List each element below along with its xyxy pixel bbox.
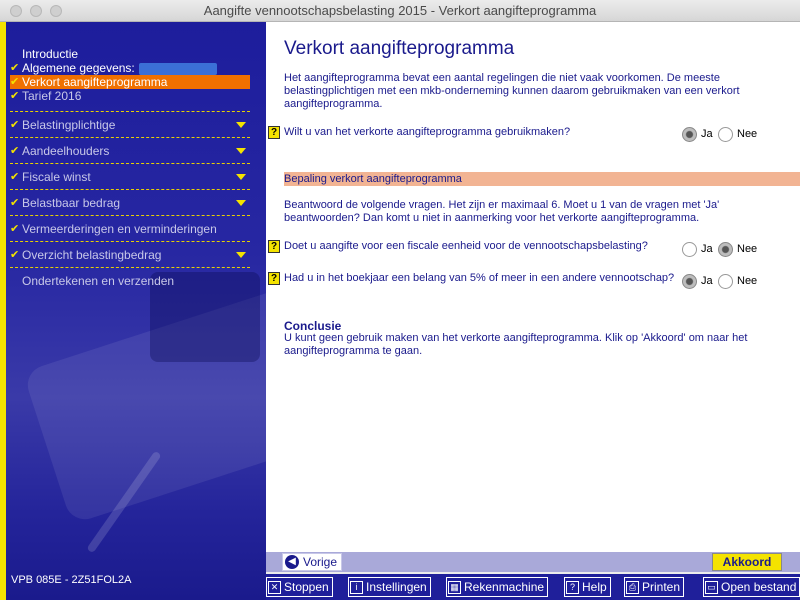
conclusion-title: Conclusie (284, 319, 342, 333)
intro-text: Het aangifteprogramma bevat een aantal r… (284, 72, 740, 110)
question-text: Wilt u van het verkorte aangifteprogramm… (284, 126, 571, 138)
radio-label: Ja (701, 243, 713, 255)
chevron-down-icon[interactable] (236, 148, 246, 154)
folder-icon: ▭ (705, 580, 718, 594)
main-panel: Verkort aangifteprogramma Het aangiftepr… (266, 22, 800, 552)
question-fiscale-eenheid: ? Doet u aangifte voor een fiscale eenhe… (268, 240, 798, 257)
page-title: Verkort aangifteprogramma (284, 38, 515, 59)
radio-label: Nee (737, 243, 758, 255)
settings-button[interactable]: i Instellingen (348, 577, 431, 597)
sidebar-section-label: Belastingplichtige (22, 118, 116, 132)
check-icon: ✔ (10, 62, 20, 74)
chevron-down-icon[interactable] (236, 200, 246, 206)
q3-nee-radio[interactable] (718, 274, 733, 289)
help-icon[interactable]: ? (268, 240, 280, 253)
stop-button[interactable]: ✕ Stoppen (266, 577, 333, 597)
sidebar-section-label: Fiscale winst (22, 170, 91, 184)
q3-ja-radio[interactable] (682, 274, 697, 289)
version-label: VPB 085E - 2Z51FOL2A (11, 574, 132, 586)
info-icon: i (350, 580, 363, 594)
calculator-button[interactable]: ▦ Rekenmachine (446, 577, 549, 597)
sidebar-section-vermeerderingen[interactable]: ✔ Vermeerderingen en verminderingen (10, 215, 250, 241)
sidebar-item-label: Tarief 2016 (22, 89, 82, 103)
sidebar-section-label: Vermeerderingen en verminderingen (22, 222, 217, 236)
sidebar-section-belastingplichtige[interactable]: ✔ Belastingplichtige (10, 111, 250, 137)
help-icon: ? (566, 580, 579, 594)
calculator-icon: ▦ (448, 580, 461, 594)
sidebar-item-label: Verkort aangifteprogramma (22, 75, 168, 89)
print-label: Printen (642, 580, 681, 594)
previous-label: Vorige (303, 555, 338, 569)
chevron-down-icon[interactable] (236, 122, 246, 128)
section-text: Beantwoord de volgende vragen. Het zijn … (284, 199, 720, 224)
print-button[interactable]: ⎙ Printen (624, 577, 685, 597)
help-button[interactable]: ? Help (564, 577, 611, 597)
sidebar-item-label: Algemene gegevens: (22, 61, 135, 75)
sidebar-nav: Introductie ✔ Algemene gegevens: ✔ Verko… (10, 47, 250, 293)
sidebar-section-label: Aandeelhouders (22, 144, 110, 158)
sidebar-section-overzicht-belastingbedrag[interactable]: ✔ Overzicht belastingbedrag (10, 241, 250, 267)
radio-label: Nee (737, 275, 758, 287)
check-icon: ✔ (10, 119, 20, 131)
question-belang-5-procent: ? Had u in het boekjaar een belang van 5… (268, 272, 798, 289)
printer-icon: ⎙ (626, 580, 639, 594)
settings-label: Instellingen (366, 580, 427, 594)
q2-nee-radio[interactable] (718, 242, 733, 257)
sidebar-section-aandeelhouders[interactable]: ✔ Aandeelhouders (10, 137, 250, 163)
sidebar-item-tarief-2016[interactable]: ✔ Tarief 2016 (10, 89, 250, 103)
q2-ja-radio[interactable] (682, 242, 697, 257)
check-icon: ✔ (10, 145, 20, 157)
help-icon[interactable]: ? (268, 272, 280, 285)
stop-label: Stoppen (284, 580, 329, 594)
close-window-button[interactable] (10, 5, 22, 17)
akkoord-button[interactable]: Akkoord (712, 553, 782, 571)
title-bar: Aangifte vennootschapsbelasting 2015 - V… (0, 0, 800, 22)
sidebar-section-fiscale-winst[interactable]: ✔ Fiscale winst (10, 163, 250, 189)
radio-label: Ja (701, 275, 713, 287)
arrow-left-icon: ◀ (285, 555, 299, 569)
check-icon: ✔ (10, 90, 20, 102)
help-label: Help (582, 580, 607, 594)
check-icon: ✔ (10, 171, 20, 183)
sidebar-section-label: Overzicht belastingbedrag (22, 248, 162, 262)
window-title: Aangifte vennootschapsbelasting 2015 - V… (203, 3, 597, 18)
sidebar-section-belastbaar-bedrag[interactable]: ✔ Belastbaar bedrag (10, 189, 250, 215)
sidebar: Introductie ✔ Algemene gegevens: ✔ Verko… (0, 22, 266, 600)
q1-nee-radio[interactable] (718, 127, 733, 142)
sidebar-item-algemene-gegevens[interactable]: ✔ Algemene gegevens: (10, 61, 250, 75)
chevron-down-icon[interactable] (236, 174, 246, 180)
navigation-bar: ◀ Vorige Akkoord (266, 552, 800, 572)
zoom-window-button[interactable] (50, 5, 62, 17)
check-icon: ✔ (10, 249, 20, 261)
q1-ja-radio[interactable] (682, 127, 697, 142)
sidebar-item-verkort-aangifteprogramma[interactable]: ✔ Verkort aangifteprogramma (10, 75, 250, 89)
question-text: Doet u aangifte voor een fiscale eenheid… (284, 240, 648, 252)
window-controls (10, 5, 62, 17)
redacted-field (138, 62, 217, 75)
open-file-label: Open bestand (721, 580, 797, 594)
bottom-toolbar: ✕ Stoppen i Instellingen ▦ Rekenmachine … (266, 574, 800, 600)
sidebar-section-ondertekenen[interactable]: Ondertekenen en verzenden (10, 267, 250, 293)
close-icon: ✕ (268, 580, 281, 594)
radio-label: Ja (701, 128, 713, 140)
sidebar-section-label: Belastbaar bedrag (22, 196, 121, 210)
conclusion-text: U kunt geen gebruik maken van het verkor… (284, 332, 748, 357)
sidebar-item-introductie[interactable]: Introductie (10, 47, 250, 61)
question-text: Had u in het boekjaar een belang van 5% … (284, 272, 675, 284)
check-icon: ✔ (10, 76, 20, 88)
sidebar-section-label: Ondertekenen en verzenden (22, 274, 175, 288)
minimize-window-button[interactable] (30, 5, 42, 17)
chevron-down-icon[interactable] (236, 252, 246, 258)
help-icon[interactable]: ? (268, 126, 280, 139)
calculator-label: Rekenmachine (464, 580, 545, 594)
radio-label: Nee (737, 128, 758, 140)
question-verkort: ? Wilt u van het verkorte aangifteprogra… (268, 126, 798, 142)
sidebar-stripe (0, 22, 6, 600)
check-icon: ✔ (10, 223, 20, 235)
open-file-button[interactable]: ▭ Open bestand (703, 577, 800, 597)
check-icon: ✔ (10, 197, 20, 209)
section-header: Bepaling verkort aangifteprogramma (284, 172, 800, 186)
previous-button[interactable]: ◀ Vorige (282, 553, 343, 571)
